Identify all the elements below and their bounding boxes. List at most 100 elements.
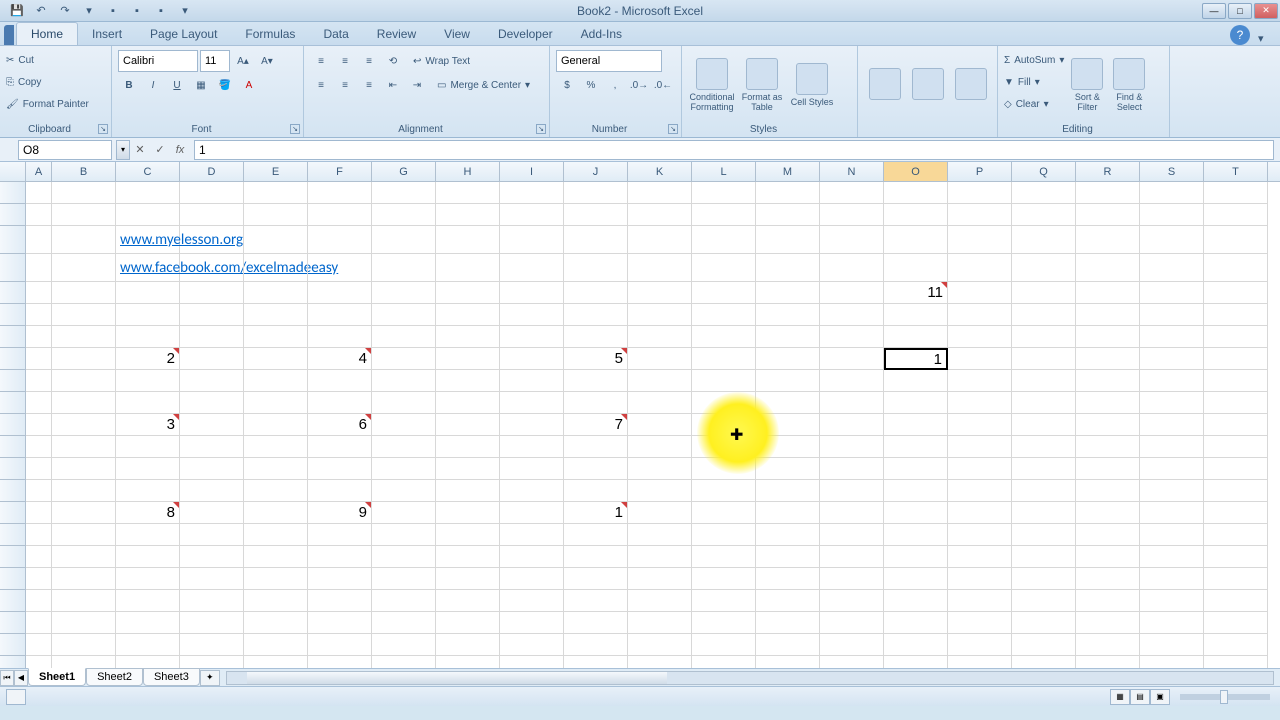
cell-L6[interactable] (692, 304, 756, 326)
column-header-A[interactable]: A (26, 162, 52, 181)
column-header-O[interactable]: O (884, 162, 948, 181)
cell-S4[interactable] (1140, 254, 1204, 282)
cell-N20[interactable] (820, 612, 884, 634)
column-header-Q[interactable]: Q (1012, 162, 1076, 181)
row-header[interactable] (0, 436, 26, 458)
cell-G20[interactable] (372, 612, 436, 634)
cell-F22[interactable] (308, 656, 372, 668)
cell-H20[interactable] (436, 612, 500, 634)
column-header-J[interactable]: J (564, 162, 628, 181)
cell-D17[interactable] (180, 546, 244, 568)
row-header[interactable] (0, 348, 26, 370)
cell-G12[interactable] (372, 436, 436, 458)
cell-J8[interactable]: 5 (564, 348, 628, 370)
cell-B2[interactable] (52, 204, 116, 226)
cell-F15[interactable]: 9 (308, 502, 372, 524)
cell-I10[interactable] (500, 392, 564, 414)
font-color-button[interactable]: A (238, 74, 260, 96)
cell-D6[interactable] (180, 304, 244, 326)
cell-O16[interactable] (884, 524, 948, 546)
cell-S12[interactable] (1140, 436, 1204, 458)
cell-P4[interactable] (948, 254, 1012, 282)
cell-B16[interactable] (52, 524, 116, 546)
cell-G16[interactable] (372, 524, 436, 546)
cell-K4[interactable] (628, 254, 692, 282)
cell-S22[interactable] (1140, 656, 1204, 668)
close-button[interactable]: ✕ (1254, 3, 1278, 19)
font-size-select[interactable] (200, 50, 230, 72)
font-name-select[interactable] (118, 50, 198, 72)
insert-cells-button[interactable] (864, 50, 905, 120)
cell-J12[interactable] (564, 436, 628, 458)
cell-L4[interactable] (692, 254, 756, 282)
cell-I19[interactable] (500, 590, 564, 612)
cell-E14[interactable] (244, 480, 308, 502)
cell-G22[interactable] (372, 656, 436, 668)
cell-R19[interactable] (1076, 590, 1140, 612)
save-icon[interactable]: 💾 (8, 3, 26, 19)
cell-F13[interactable] (308, 458, 372, 480)
cell-P2[interactable] (948, 204, 1012, 226)
percent-button[interactable]: % (580, 74, 602, 96)
cell-K7[interactable] (628, 326, 692, 348)
cell-Q1[interactable] (1012, 182, 1076, 204)
cell-F18[interactable] (308, 568, 372, 590)
cell-T1[interactable] (1204, 182, 1268, 204)
cell-A22[interactable] (26, 656, 52, 668)
cell-L11[interactable] (692, 414, 756, 436)
cell-R22[interactable] (1076, 656, 1140, 668)
cell-P20[interactable] (948, 612, 1012, 634)
cell-O7[interactable] (884, 326, 948, 348)
cell-P3[interactable] (948, 226, 1012, 254)
cell-G10[interactable] (372, 392, 436, 414)
cell-B10[interactable] (52, 392, 116, 414)
qat-icon-3[interactable]: ▪ (152, 3, 170, 19)
cell-N14[interactable] (820, 480, 884, 502)
cell-C9[interactable] (116, 370, 180, 392)
format-cells-button[interactable] (950, 50, 991, 120)
cell-M7[interactable] (756, 326, 820, 348)
cell-A18[interactable] (26, 568, 52, 590)
cell-K16[interactable] (628, 524, 692, 546)
cell-N16[interactable] (820, 524, 884, 546)
cell-E9[interactable] (244, 370, 308, 392)
cell-R3[interactable] (1076, 226, 1140, 254)
clipboard-launcher-icon[interactable]: ↘ (98, 124, 108, 134)
cell-G8[interactable] (372, 348, 436, 370)
cell-D4[interactable] (180, 254, 244, 282)
tab-data[interactable]: Data (309, 23, 362, 45)
cell-O22[interactable] (884, 656, 948, 668)
cell-K2[interactable] (628, 204, 692, 226)
row-header[interactable] (0, 590, 26, 612)
autosum-button[interactable]: ΣAutoSum▾ (1004, 50, 1064, 70)
cell-E1[interactable] (244, 182, 308, 204)
cell-G21[interactable] (372, 634, 436, 656)
cell-B22[interactable] (52, 656, 116, 668)
cell-E2[interactable] (244, 204, 308, 226)
cell-H17[interactable] (436, 546, 500, 568)
column-header-P[interactable]: P (948, 162, 1012, 181)
cell-T16[interactable] (1204, 524, 1268, 546)
redo-icon[interactable]: ↷ (56, 3, 74, 19)
cell-H8[interactable] (436, 348, 500, 370)
row-header[interactable] (0, 502, 26, 524)
cell-J4[interactable] (564, 254, 628, 282)
cell-K3[interactable] (628, 226, 692, 254)
cell-J13[interactable] (564, 458, 628, 480)
cell-Q9[interactable] (1012, 370, 1076, 392)
cell-P18[interactable] (948, 568, 1012, 590)
cell-A7[interactable] (26, 326, 52, 348)
cell-F8[interactable]: 4 (308, 348, 372, 370)
cell-Q17[interactable] (1012, 546, 1076, 568)
conditional-formatting-button[interactable]: Conditional Formatting (688, 50, 736, 120)
enter-icon[interactable]: ✓ (150, 140, 170, 160)
row-header[interactable] (0, 634, 26, 656)
cell-K14[interactable] (628, 480, 692, 502)
cell-A6[interactable] (26, 304, 52, 326)
cell-F21[interactable] (308, 634, 372, 656)
column-header-K[interactable]: K (628, 162, 692, 181)
cell-J1[interactable] (564, 182, 628, 204)
column-header-N[interactable]: N (820, 162, 884, 181)
cell-A17[interactable] (26, 546, 52, 568)
cell-Q20[interactable] (1012, 612, 1076, 634)
